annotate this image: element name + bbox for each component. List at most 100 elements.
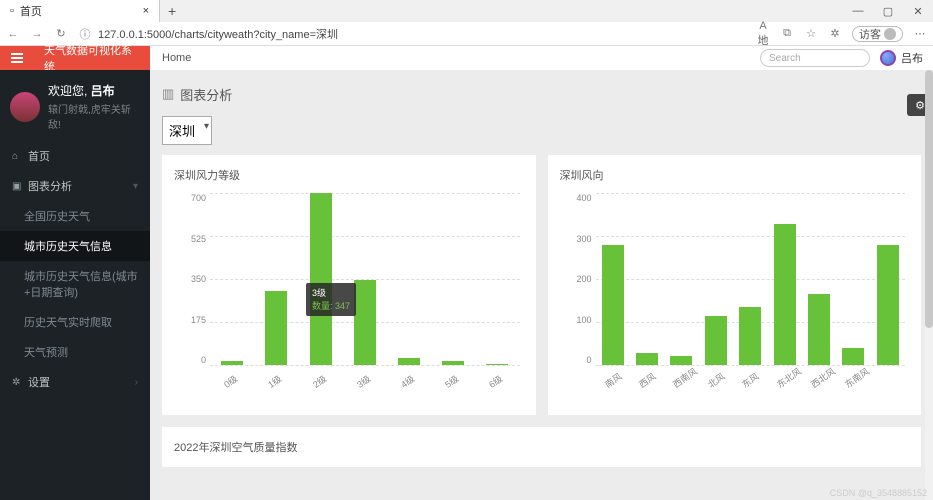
- bar[interactable]: [842, 348, 864, 365]
- more-icon[interactable]: ⋯: [913, 27, 927, 40]
- back-button[interactable]: ←: [6, 28, 20, 40]
- aqi-card: 2022年深圳空气质量指数: [162, 427, 921, 467]
- url-field[interactable]: ⓘ 127.0.0.1:5000/charts/cityweath?city_n…: [78, 26, 746, 42]
- user-name: 吕布: [901, 50, 923, 66]
- bar[interactable]: [602, 245, 624, 365]
- sidebar-item-3[interactable]: 城市历史天气信息: [0, 231, 150, 261]
- close-window-button[interactable]: ✕: [903, 5, 933, 18]
- bar[interactable]: [265, 291, 287, 365]
- bar[interactable]: [670, 356, 692, 365]
- site-info-icon[interactable]: ⓘ: [78, 26, 92, 42]
- bar[interactable]: [354, 280, 376, 365]
- bar[interactable]: [739, 307, 761, 365]
- sidebar: 欢迎您, 吕布 辕门射戟,虎牢关斩敌! ⌂首页▣图表分析▾全国历史天气城市历史天…: [0, 70, 150, 500]
- x-axis: 0级1级2级3级4级5级6级: [210, 380, 520, 393]
- chart-card-wind-dir: 深圳风向 4003002001000南风西风西南风北风东风东北风西北风东南风: [548, 155, 922, 415]
- x-tick: 东风: [739, 367, 764, 390]
- x-tick: 东南风: [842, 367, 867, 390]
- bar[interactable]: [486, 364, 508, 365]
- scrollbar-thumb[interactable]: [925, 70, 933, 328]
- bar[interactable]: [310, 193, 332, 365]
- guest-label: 访客: [859, 26, 881, 42]
- y-tick: 0: [560, 355, 592, 365]
- x-tick: 西北风: [808, 367, 833, 390]
- welcome-text: 欢迎您, 吕布: [48, 82, 140, 99]
- nav-icon: ✲: [12, 377, 22, 388]
- x-tick: 东北风: [774, 367, 799, 390]
- x-tick: 2级: [310, 367, 335, 390]
- minimize-button[interactable]: —: [843, 5, 873, 18]
- reader-icon[interactable]: A㆞: [756, 20, 770, 48]
- maximize-button[interactable]: ▢: [873, 5, 903, 18]
- avatar: [880, 50, 896, 66]
- plot-area: [596, 193, 906, 365]
- sidebar-item-7[interactable]: ✲设置›: [0, 367, 150, 397]
- app-brand: 天气数据可视化系统: [34, 46, 150, 70]
- nav-icon: ▣: [12, 181, 22, 192]
- sidebar-item-label: 全国历史天气: [24, 208, 90, 224]
- sidebar-item-label: 首页: [28, 148, 50, 164]
- bar[interactable]: [636, 353, 658, 365]
- sidebar-item-2[interactable]: 全国历史天气: [0, 201, 150, 231]
- url-text: 127.0.0.1:5000/charts/cityweath?city_nam…: [98, 26, 338, 42]
- y-tick: 700: [174, 193, 206, 203]
- x-tick: 西风: [636, 367, 661, 390]
- x-tick: 6级: [486, 367, 511, 390]
- hamburger-menu-button[interactable]: [0, 46, 34, 70]
- new-tab-button[interactable]: +: [160, 3, 184, 19]
- breadcrumb-home[interactable]: Home: [150, 52, 203, 64]
- x-tick: 3级: [354, 367, 379, 390]
- reload-button[interactable]: ↻: [54, 27, 68, 40]
- search-input[interactable]: Search: [760, 49, 870, 67]
- x-tick: 北风: [705, 367, 730, 390]
- content-area: ▥ 图表分析 ⚙ 深圳 深圳风力等级 70052535017500级1级2级3级…: [150, 70, 933, 500]
- favorite-icon[interactable]: ☆: [804, 27, 818, 40]
- page-title: 图表分析: [180, 85, 232, 104]
- browser-tab[interactable]: ▫ 首页 ×: [0, 0, 160, 22]
- hamburger-icon: [11, 53, 23, 63]
- sidebar-item-1[interactable]: ▣ 图表分析 ▾: [0, 171, 150, 201]
- x-tick: 5级: [442, 367, 467, 390]
- bar[interactable]: [808, 294, 830, 365]
- profile-pill[interactable]: 访客: [852, 26, 903, 42]
- search-placeholder: Search: [769, 53, 801, 64]
- y-tick: 400: [560, 193, 592, 203]
- x-tick: 1级: [265, 367, 290, 390]
- bar[interactable]: [398, 358, 420, 365]
- sidebar-item-label: 图表分析: [28, 178, 72, 194]
- close-tab-icon[interactable]: ×: [143, 5, 149, 17]
- chart-icon: ▥: [162, 86, 174, 102]
- extension-icon[interactable]: ✲: [828, 27, 842, 40]
- app-topbar: 天气数据可视化系统 Home Search 吕布: [0, 46, 933, 70]
- bar[interactable]: [442, 361, 464, 365]
- bar[interactable]: [877, 245, 899, 365]
- y-tick: 175: [174, 315, 206, 325]
- y-tick: 350: [174, 274, 206, 284]
- content-scrollbar[interactable]: [925, 70, 933, 500]
- chart-title-1: 深圳风力等级: [174, 167, 524, 183]
- watermark: CSDN @q_3548885152: [830, 488, 927, 498]
- city-select[interactable]: 深圳: [162, 116, 212, 145]
- addr-right-icons: A㆞ ⧉ ☆ ✲ 访客 ⋯: [756, 20, 927, 48]
- welcome-name: 吕布: [91, 84, 115, 98]
- x-tick: 4级: [398, 367, 423, 390]
- y-tick: 200: [560, 274, 592, 284]
- chevron-right-icon: ›: [135, 377, 138, 388]
- sidebar-item-4[interactable]: 城市历史天气信息(城市+日期查询): [0, 261, 150, 307]
- bar[interactable]: [705, 316, 727, 365]
- sidebar-item-5[interactable]: 历史天气实时爬取: [0, 307, 150, 337]
- sidebar-item-label: 历史天气实时爬取: [24, 314, 112, 330]
- sidebar-item-6[interactable]: 天气预测: [0, 337, 150, 367]
- forward-button[interactable]: →: [30, 28, 44, 40]
- bar[interactable]: [221, 361, 243, 365]
- x-tick: 西南风: [670, 367, 695, 390]
- tab-title: 首页: [20, 3, 42, 19]
- profile-avatar: [10, 92, 40, 122]
- chevron-down-icon: ▾: [133, 181, 138, 192]
- y-axis: 7005253501750: [174, 193, 206, 365]
- guest-avatar-icon: [884, 28, 896, 40]
- sidebar-item-0[interactable]: ⌂首页: [0, 141, 150, 171]
- bar[interactable]: [774, 224, 796, 365]
- user-menu[interactable]: 吕布: [870, 50, 933, 66]
- feed-icon[interactable]: ⧉: [780, 27, 794, 40]
